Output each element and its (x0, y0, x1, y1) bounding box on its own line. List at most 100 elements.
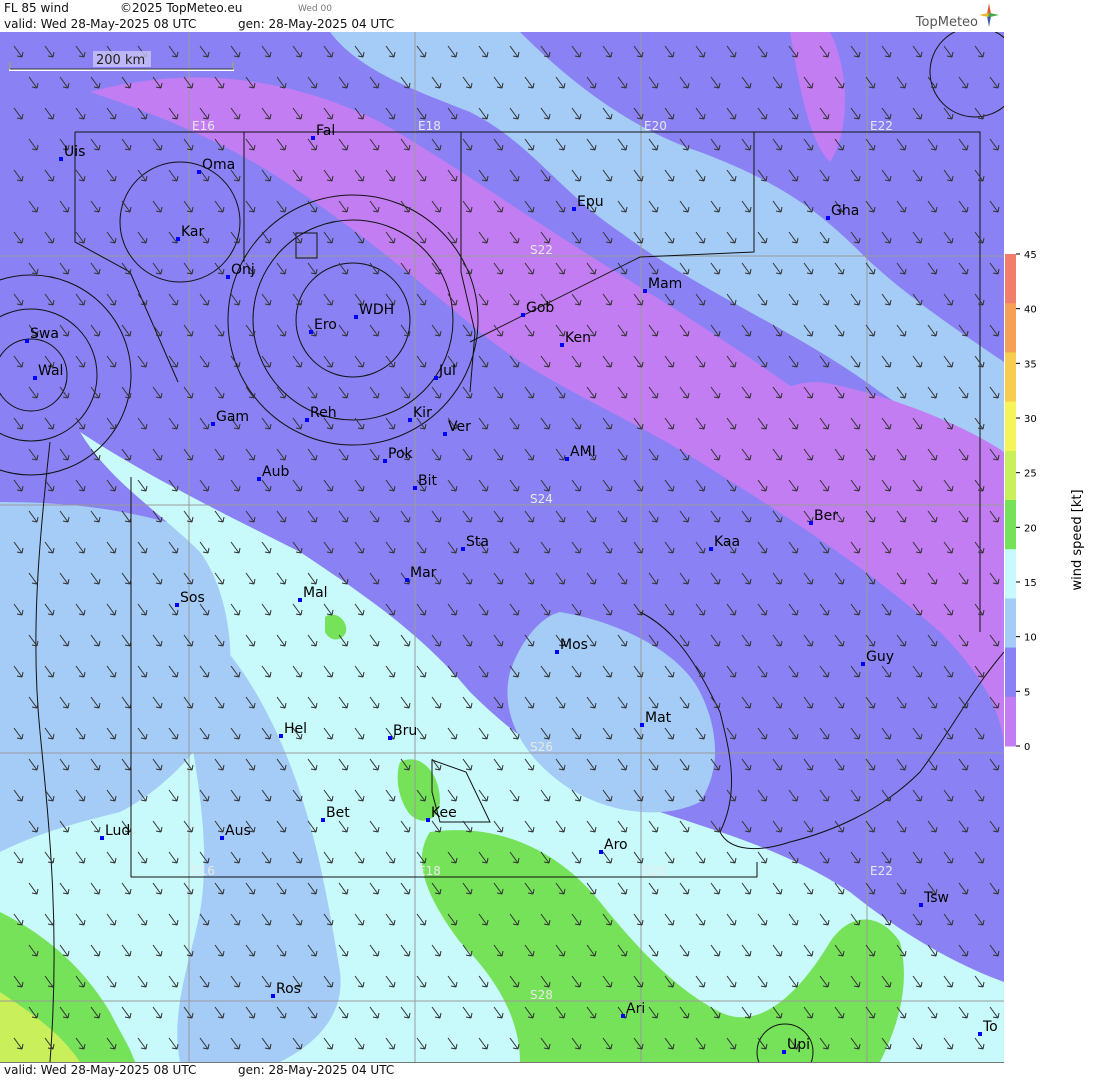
place-label: Oma (202, 157, 235, 173)
lat-label-s24: S24 (530, 492, 553, 506)
place-marker (211, 422, 215, 426)
legend-swatch (1005, 254, 1016, 304)
legend-tick-label: 15 (1024, 578, 1037, 589)
place-marker (640, 723, 644, 727)
place-label: Aub (262, 464, 289, 480)
place-label: Mam (648, 276, 682, 292)
place-label: Gam (216, 409, 249, 425)
place-label: Wal (38, 363, 63, 379)
place-marker (176, 237, 180, 241)
place-label: Lud (105, 823, 130, 839)
lat-label-s28: S28 (530, 988, 553, 1002)
place-label: Aus (225, 823, 251, 839)
legend-swatch (1005, 450, 1016, 501)
place-marker (226, 275, 230, 279)
place-marker (434, 376, 438, 380)
place-label: Tsw (923, 890, 949, 906)
legend-tick-label: 30 (1024, 414, 1037, 425)
wind-map[interactable]: E16 E18 E20 E22 E16 E18 E20 E22 S22 S24 … (0, 32, 1004, 1062)
lon-label-e20-top: E20 (644, 119, 667, 133)
footer-valid-time: valid: Wed 28-May-2025 08 UTC (4, 1063, 197, 1077)
place-marker (354, 315, 358, 319)
place-marker (257, 477, 261, 481)
place-label: Ber (814, 508, 838, 524)
copyright: ©2025 TopMeteo.eu (120, 1, 243, 15)
place-label: Mal (303, 585, 328, 601)
place-marker (413, 486, 417, 490)
legend-swatch (1005, 647, 1016, 698)
place-marker (782, 1050, 786, 1054)
legend-color-bar (1005, 254, 1016, 747)
place-label: Jul (438, 363, 456, 379)
place-label: Kee (431, 805, 457, 821)
place-marker (621, 1014, 625, 1018)
place-label: Pok (388, 446, 414, 462)
legend-tick-label: 45 (1024, 250, 1037, 261)
place-marker (383, 459, 387, 463)
place-label: Swa (30, 326, 59, 342)
place-marker (321, 818, 325, 822)
place-label: Uis (64, 144, 85, 160)
scale-bar-label: 200 km (96, 53, 145, 68)
place-marker (978, 1032, 982, 1036)
wind-map-canvas: E16 E18 E20 E22 E16 E18 E20 E22 S22 S24 … (0, 32, 1004, 1062)
place-marker (309, 330, 313, 334)
place-label: WDH (359, 302, 394, 318)
lon-label-e18-top: E18 (418, 119, 441, 133)
place-label: Epu (577, 194, 604, 210)
place-label: Ros (276, 981, 301, 997)
place-label: Ver (448, 419, 471, 435)
legend-canvas: 45 40 35 30 25 20 15 10 5 0 wind speed [kt] (1005, 250, 1085, 753)
place-label: Hel (284, 721, 307, 737)
place-label: Mat (645, 710, 672, 726)
lon-label-e18-bottom: E18 (418, 864, 441, 878)
place-label: Ken (565, 330, 591, 346)
place-label: Gha (831, 203, 859, 219)
place-label: Onj (231, 262, 255, 278)
place-marker (388, 736, 392, 740)
legend-swatch (1005, 598, 1016, 649)
legend-swatch (1005, 401, 1016, 452)
place-marker (298, 598, 302, 602)
place-label: To (982, 1019, 998, 1035)
place-marker (443, 432, 447, 436)
place-label: Mar (410, 565, 437, 581)
legend-tick-label: 40 (1024, 305, 1037, 316)
day-tag: Wed 00 (298, 4, 332, 14)
wind-speed-legend: 45 40 35 30 25 20 15 10 5 0 wind speed [kt] (1004, 0, 1095, 1077)
place-marker (220, 836, 224, 840)
legend-title: wind speed [kt] (1070, 489, 1085, 590)
place-marker (59, 157, 63, 161)
legend-tick-label: 5 (1024, 687, 1030, 698)
lon-label-e20-bottom: E20 (644, 864, 667, 878)
place-marker (426, 818, 430, 822)
place-label: Kaa (714, 534, 740, 550)
place-marker (33, 376, 37, 380)
legend-tick-label: 10 (1024, 633, 1037, 644)
legend-tick-label: 0 (1024, 742, 1030, 753)
place-marker (809, 521, 813, 525)
place-marker (599, 850, 603, 854)
place-marker (826, 216, 830, 220)
map-title: FL 85 wind (4, 1, 69, 15)
legend-swatch (1005, 303, 1016, 353)
place-marker (100, 836, 104, 840)
place-label: Mos (560, 637, 588, 653)
place-label: Bit (418, 473, 437, 489)
place-marker (405, 578, 409, 582)
lon-label-e16-top: E16 (192, 119, 215, 133)
legend-ticks: 45 40 35 30 25 20 15 10 5 0 (1016, 250, 1037, 753)
place-label: Kar (181, 224, 205, 240)
place-label: Kir (413, 405, 432, 421)
place-marker (560, 343, 564, 347)
place-label: Upi (787, 1037, 810, 1053)
legend-swatch (1005, 500, 1016, 550)
place-marker (271, 994, 275, 998)
legend-swatch (1005, 696, 1016, 747)
place-marker (175, 603, 179, 607)
compass-logo-icon (979, 3, 999, 27)
legend-swatch (1005, 352, 1016, 403)
place-marker (919, 903, 923, 907)
map-footer: valid: Wed 28-May-2025 08 UTC gen: 28-Ma… (0, 1062, 1004, 1078)
place-marker (305, 418, 309, 422)
